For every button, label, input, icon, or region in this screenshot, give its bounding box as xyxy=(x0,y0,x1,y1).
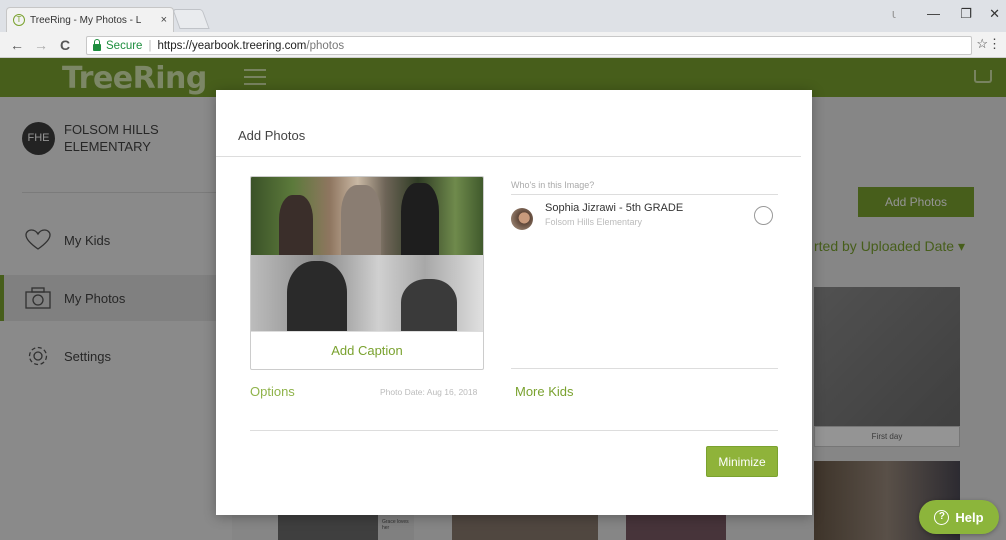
secure-label: Secure xyxy=(106,39,143,52)
photo-date: Photo Date: Aug 16, 2018 xyxy=(380,387,478,397)
forward-icon[interactable]: → xyxy=(34,37,48,53)
photo-upper-half xyxy=(251,177,483,255)
photo-figure xyxy=(401,279,457,331)
kid-name: Sophia Jizrawi - 5th GRADE xyxy=(545,202,684,214)
browser-tabstrip: T TreeRing - My Photos - L × ⍳ — ❐ ✕ xyxy=(0,0,1006,32)
kids-list-divider xyxy=(511,368,778,369)
new-tab-button[interactable] xyxy=(172,9,210,29)
tab-close-icon[interactable]: × xyxy=(161,14,167,26)
reload-icon[interactable]: C xyxy=(58,37,72,53)
photo-preview xyxy=(251,177,483,331)
minimize-button[interactable]: Minimize xyxy=(706,446,778,477)
photo-figure xyxy=(401,183,439,255)
who-divider xyxy=(511,194,778,195)
help-button[interactable]: ? Help xyxy=(919,500,999,534)
treering-favicon-icon: T xyxy=(13,14,25,26)
window-minimize-icon[interactable]: — xyxy=(927,6,940,21)
lock-icon xyxy=(93,38,101,51)
modal-title-divider xyxy=(216,156,801,157)
question-icon: ? xyxy=(934,509,950,525)
modal-title: Add Photos xyxy=(238,128,306,143)
window-restore-icon[interactable]: ❐ xyxy=(960,6,972,22)
photo-figure xyxy=(287,261,347,331)
avatar xyxy=(511,208,533,230)
add-photos-modal: Add Photos Add Caption Options Photo Dat… xyxy=(216,90,812,515)
more-kids-link[interactable]: More Kids xyxy=(515,384,574,399)
kid-list-item[interactable]: Sophia Jizrawi - 5th GRADE Folsom Hills … xyxy=(511,202,683,230)
kid-info: Sophia Jizrawi - 5th GRADE Folsom Hills … xyxy=(545,202,683,230)
back-icon[interactable]: ← xyxy=(10,37,24,53)
add-caption-link[interactable]: Add Caption xyxy=(251,331,483,369)
url-text: https://yearbook.treering.com/photos xyxy=(157,40,344,52)
browser-menu-icon[interactable]: ⋮ xyxy=(988,36,1001,52)
options-link[interactable]: Options xyxy=(250,384,295,399)
url-path: /photos xyxy=(306,39,345,52)
kid-school: Folsom Hills Elementary xyxy=(545,217,643,227)
address-separator: | xyxy=(148,39,152,52)
who-in-image-label: Who's in this Image? xyxy=(511,180,595,190)
browser-tab[interactable]: T TreeRing - My Photos - L × xyxy=(6,7,174,32)
photo-lower-half xyxy=(251,255,483,331)
bookmark-star-icon[interactable]: ☆ xyxy=(976,36,988,52)
user-icon[interactable]: ⍳ xyxy=(892,6,896,22)
photo-figure xyxy=(279,195,313,255)
modal-footer-divider xyxy=(250,430,778,431)
address-bar[interactable]: Secure | https://yearbook.treering.com/p… xyxy=(86,36,972,55)
kid-select-radio[interactable] xyxy=(754,206,773,225)
tab-title: TreeRing - My Photos - L xyxy=(30,14,142,26)
window-close-icon[interactable]: ✕ xyxy=(989,6,1000,22)
photo-figure xyxy=(341,185,381,255)
photo-card: Add Caption xyxy=(250,176,484,370)
help-label: Help xyxy=(955,509,984,525)
browser-toolbar: ← → C Secure | https://yearbook.treering… xyxy=(0,32,1006,58)
url-host: https://yearbook.treering.com xyxy=(157,39,307,52)
